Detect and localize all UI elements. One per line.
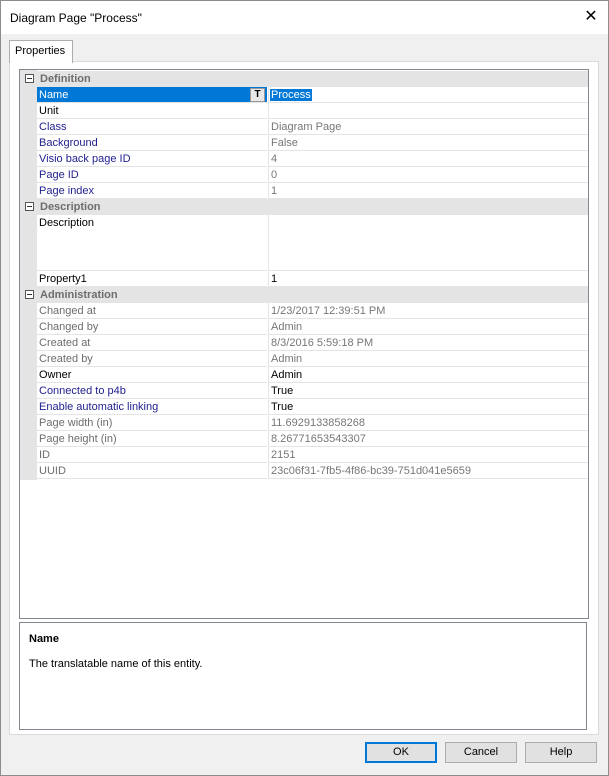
property-value: 1/23/2017 12:39:51 PM xyxy=(271,305,386,317)
ok-button[interactable]: OK xyxy=(365,742,437,763)
category-label: Administration xyxy=(40,289,118,301)
property-label: ID xyxy=(39,449,50,461)
collapse-icon[interactable] xyxy=(25,202,34,211)
cancel-button[interactable]: Cancel xyxy=(445,742,517,763)
property-label: Connected to p4b xyxy=(39,385,126,397)
property-label: Name xyxy=(39,89,69,101)
property-grid: Definition Name T Process Unit Class Dia… xyxy=(19,69,589,619)
property-label: Created by xyxy=(39,353,93,365)
property-label: Visio back page ID xyxy=(39,153,131,165)
property-label: Page ID xyxy=(39,169,79,181)
property-value[interactable]: Admin xyxy=(271,369,302,381)
property-row-changed-by[interactable]: Changed by Admin xyxy=(20,319,588,335)
property-value: Admin xyxy=(271,321,303,333)
property-value[interactable]: True xyxy=(271,401,293,413)
property-value: 11.6929133858268 xyxy=(271,417,366,429)
category-label: Definition xyxy=(40,73,91,85)
property-row-description[interactable]: Description xyxy=(20,215,588,271)
property-row-id[interactable]: ID 2151 xyxy=(20,447,588,463)
property-value: 8.26771653543307 xyxy=(271,433,366,445)
property-label: Enable automatic linking xyxy=(39,401,159,413)
property-label: Background xyxy=(39,137,98,149)
property-row-uuid[interactable]: UUID 23c06f31-7fb5-4f86-bc39-751d041e565… xyxy=(20,463,588,479)
help-description-panel: Name The translatable name of this entit… xyxy=(19,622,587,730)
property-row-page-index[interactable]: Page index 1 xyxy=(20,183,588,199)
property-row-owner[interactable]: Owner Admin xyxy=(20,367,588,383)
property-row-created-at[interactable]: Created at 8/3/2016 5:59:18 PM xyxy=(20,335,588,351)
close-icon[interactable]: ✕ xyxy=(574,1,608,34)
translate-icon[interactable]: T xyxy=(250,88,265,102)
property-label: Unit xyxy=(39,105,59,117)
property-label: Page index xyxy=(39,185,95,197)
property-value: Admin xyxy=(271,353,303,365)
property-value: Diagram Page xyxy=(271,121,342,133)
property-value[interactable]: Process xyxy=(270,89,312,101)
category-definition[interactable]: Definition xyxy=(20,71,588,87)
collapse-icon[interactable] xyxy=(25,74,34,83)
category-administration[interactable]: Administration xyxy=(20,287,588,303)
property-row-created-by[interactable]: Created by Admin xyxy=(20,351,588,367)
help-text: The translatable name of this entity. xyxy=(29,658,203,670)
property-row-page-id[interactable]: Page ID 0 xyxy=(20,167,588,183)
property-label: Created at xyxy=(39,337,91,349)
property-row-enable-automatic-linking[interactable]: Enable automatic linking True xyxy=(20,399,588,415)
property-row-page-width[interactable]: Page width (in) 11.6929133858268 xyxy=(20,415,588,431)
property-label: Page width (in) xyxy=(39,417,113,429)
property-value: 0 xyxy=(271,169,278,181)
property-value: 8/3/2016 5:59:18 PM xyxy=(271,337,374,349)
property-label: Changed by xyxy=(39,321,99,333)
property-row-name[interactable]: Name T Process xyxy=(20,87,588,103)
property-value[interactable]: True xyxy=(271,385,293,397)
property-value: 2151 xyxy=(271,449,296,461)
tab-properties[interactable]: Properties xyxy=(9,40,73,63)
property-label: Property1 xyxy=(39,273,87,285)
help-title: Name xyxy=(29,633,59,645)
property-row-class[interactable]: Class Diagram Page xyxy=(20,119,588,135)
tab-properties-label: Properties xyxy=(15,45,66,57)
collapse-icon[interactable] xyxy=(25,290,34,299)
property-label: Class xyxy=(39,121,67,133)
dialog-window: Diagram Page "Process" ✕ Properties Defi… xyxy=(0,0,609,776)
property-row-visio-back-page-id[interactable]: Visio back page ID 4 xyxy=(20,151,588,167)
property-row-background[interactable]: Background False xyxy=(20,135,588,151)
property-label: Page height (in) xyxy=(39,433,117,445)
property-row-property1[interactable]: Property1 1 xyxy=(20,271,588,287)
property-label: Changed at xyxy=(39,305,96,317)
help-button[interactable]: Help xyxy=(525,742,597,763)
property-value: 1 xyxy=(271,185,278,197)
property-value: 23c06f31-7fb5-4f86-bc39-751d041e5659 xyxy=(271,465,471,477)
property-value[interactable]: 1 xyxy=(271,273,277,285)
category-label: Description xyxy=(40,201,101,213)
property-row-unit[interactable]: Unit xyxy=(20,103,588,119)
property-label: Description xyxy=(39,217,95,229)
property-row-changed-at[interactable]: Changed at 1/23/2017 12:39:51 PM xyxy=(20,303,588,319)
property-label: UUID xyxy=(39,465,66,477)
property-row-page-height[interactable]: Page height (in) 8.26771653543307 xyxy=(20,431,588,447)
property-row-connected-to-p4b[interactable]: Connected to p4b True xyxy=(20,383,588,399)
property-value: 4 xyxy=(271,153,278,165)
property-value: False xyxy=(271,137,298,149)
window-title: Diagram Page "Process" xyxy=(10,11,142,25)
category-description[interactable]: Description xyxy=(20,199,588,215)
property-label: Owner xyxy=(39,369,72,381)
title-bar: Diagram Page "Process" ✕ xyxy=(1,1,608,34)
